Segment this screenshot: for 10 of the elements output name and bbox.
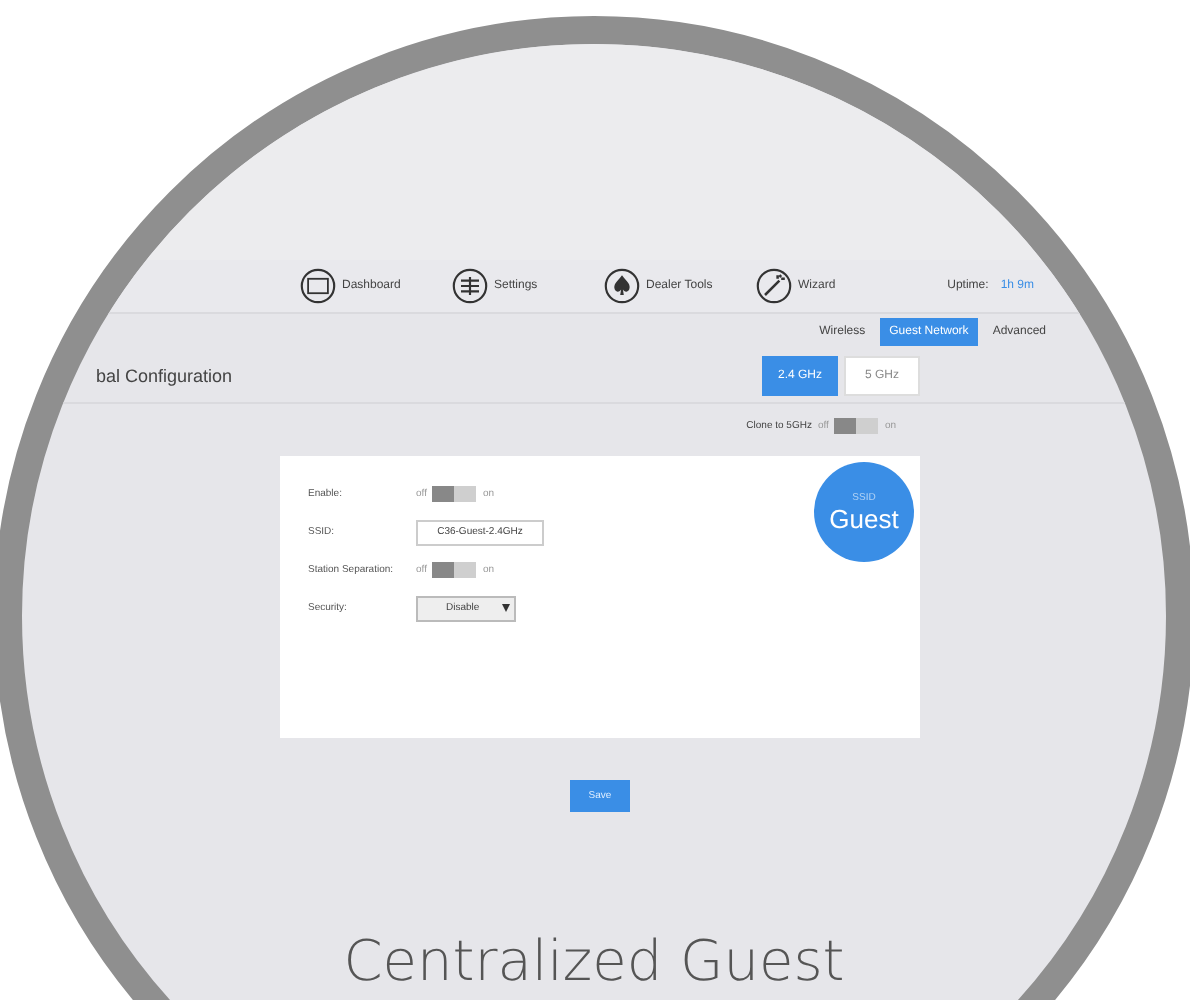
- toggle-switch[interactable]: [834, 418, 879, 434]
- caret-icon: [502, 602, 510, 614]
- caption: Centralized Guest: [343, 928, 845, 994]
- spade-icon: [604, 268, 640, 304]
- toggle-switch[interactable]: [432, 562, 477, 578]
- toggle-switch[interactable]: [432, 486, 477, 502]
- section-title: bal Configuration: [96, 366, 233, 386]
- wand-icon: [756, 268, 792, 304]
- sliders-icon: [452, 268, 488, 304]
- monitor-icon: [300, 268, 336, 304]
